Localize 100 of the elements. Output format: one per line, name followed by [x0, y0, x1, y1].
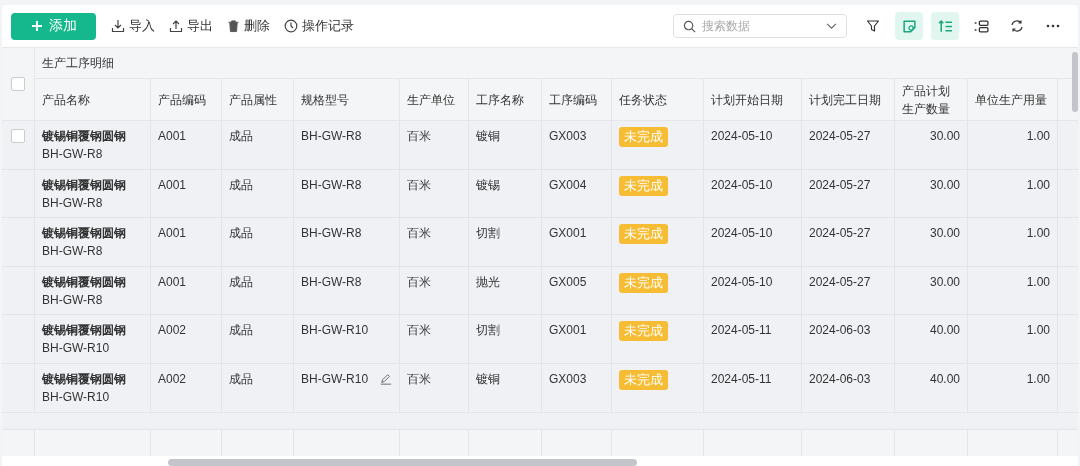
- table-cell-text: 30.00: [929, 225, 960, 243]
- table-cell-text: 40.00: [929, 370, 960, 388]
- search-field[interactable]: 搜索数据: [673, 14, 847, 38]
- table-cell-text: 30.00: [929, 176, 960, 194]
- filter-icon: [866, 19, 880, 33]
- table-cell-text: 镀锡: [476, 176, 500, 194]
- import-button[interactable]: 导入: [106, 13, 160, 39]
- trash-icon: [227, 19, 240, 33]
- table-cell-text: A001: [158, 128, 187, 145]
- table-cell-text: GX001: [549, 322, 587, 340]
- history-button[interactable]: 操作记录: [279, 13, 359, 39]
- table-cell-text: BH-GW-R8: [301, 273, 362, 291]
- table-cell-text: GX001: [549, 225, 587, 243]
- table-cell-text: 镀锡铜覆钢圆钢 BH-GW-R10: [42, 322, 126, 358]
- table-cell-text: A002: [158, 322, 187, 340]
- column-header[interactable]: 计划完工日期: [809, 90, 881, 109]
- table-cell-text: 镀铜: [476, 370, 500, 388]
- table-cell-text: 成品: [229, 176, 253, 194]
- table-row[interactable]: 镀锡铜覆钢圆钢 BH-GW-R8 A001 成品 BH-GW-R8 百米 镀铜 GX003 未完成 2024-05-10 2024-05-27 30.00 1.00: [2, 121, 1078, 170]
- export-button[interactable]: 导出: [164, 13, 218, 39]
- table-cell-text: GX005: [549, 273, 587, 291]
- table-cell-text: 百米: [407, 370, 431, 388]
- table-cell-text: 2024-06-03: [809, 370, 871, 388]
- table-cell-text: 1.00: [1026, 128, 1050, 145]
- status-badge: 未完成: [619, 224, 668, 245]
- table-row[interactable]: 镀锡铜覆钢圆钢 BH-GW-R8 A001 成品 BH-GW-R8 百米 抛光 GX005 未完成 2024-05-10 2024-05-27 30.00 1.00: [2, 266, 1078, 316]
- clock-icon: [284, 19, 298, 33]
- table-cell-text: BH-GW-R10: [301, 322, 369, 340]
- sort-icon: [937, 18, 953, 34]
- table-cell-text: A001: [158, 225, 187, 243]
- table-cell-text: 成品: [229, 322, 253, 340]
- status-badge: 未完成: [619, 321, 668, 342]
- column-header[interactable]: 任务状态: [619, 90, 667, 109]
- table-cell-text: 成品: [229, 128, 253, 145]
- status-badge: 未完成: [619, 127, 668, 147]
- table-cell-text: 1.00: [1026, 225, 1050, 243]
- table-cell-text: 成品: [229, 370, 253, 388]
- search-icon: [683, 19, 696, 33]
- table-cell-text: BH-GW-R10: [301, 370, 369, 388]
- table-cell-text: A002: [158, 370, 187, 388]
- note-button[interactable]: [895, 12, 923, 40]
- table-cell-text: GX003: [549, 128, 587, 145]
- upload-icon: [169, 19, 183, 33]
- table-cell-text: 镀锡铜覆钢圆钢 BH-GW-R8: [42, 176, 126, 212]
- table-cell-text: 切割: [476, 225, 500, 243]
- more-icon: [1046, 24, 1060, 28]
- table-cell-text: A001: [158, 273, 187, 291]
- column-header[interactable]: 生产单位: [407, 90, 455, 109]
- table-cell-text: 镀锡铜覆钢圆钢 BH-GW-R8: [42, 128, 126, 163]
- table-row[interactable]: 镀锡铜覆钢圆钢 BH-GW-R10 A002 成品 BH-GW-R10 百米 切割 GX001 未完成 2024-05-11 2024-06-03 40.00 1.00: [2, 315, 1078, 364]
- plus-icon: [30, 20, 43, 32]
- column-group-header: 生产工序明细: [42, 55, 114, 72]
- table-cell-text: 镀铜: [476, 128, 500, 145]
- table-cell-text: 百米: [407, 176, 431, 194]
- column-header[interactable]: 产品计划生产数量: [902, 81, 960, 118]
- column-header[interactable]: 产品属性: [229, 90, 277, 109]
- chevron-down-icon[interactable]: [826, 22, 837, 30]
- table-cell-text: GX004: [549, 176, 587, 194]
- table-cell-text: 2024-05-11: [711, 370, 772, 388]
- delete-button[interactable]: 删除: [222, 13, 275, 39]
- table-cell-text: 镀锡铜覆钢圆钢 BH-GW-R8: [42, 225, 126, 261]
- column-header[interactable]: 工序编码: [549, 90, 597, 109]
- refresh-icon: [1010, 19, 1024, 33]
- table-cell-text: 2024-05-27: [809, 128, 871, 145]
- table-cell-text: 2024-05-10: [711, 128, 773, 145]
- table-cell-text: 30.00: [929, 128, 960, 145]
- column-header[interactable]: 单位生产用量: [975, 90, 1047, 109]
- table-cell-text: 30.00: [929, 273, 960, 291]
- table-cell-text: 2024-05-11: [711, 322, 772, 340]
- vertical-scrollbar[interactable]: [1072, 52, 1078, 112]
- table-cell-text: 成品: [229, 225, 253, 243]
- note-icon: [901, 18, 917, 34]
- select-all-checkbox[interactable]: [11, 77, 25, 91]
- table-cell-text: 40.00: [929, 322, 960, 340]
- column-header[interactable]: 工序名称: [476, 90, 524, 109]
- row-checkbox[interactable]: [11, 129, 25, 143]
- column-header[interactable]: 产品编码: [158, 90, 206, 109]
- table-row[interactable]: 镀锡铜覆钢圆钢 BH-GW-R8 A001 成品 BH-GW-R8 百米 切割 GX001 未完成 2024-05-10 2024-05-27 30.00 1.00: [2, 218, 1078, 267]
- table-cell-text: 2024-05-10: [711, 176, 773, 194]
- table-row[interactable]: 镀锡铜覆钢圆钢 BH-GW-R8 A001 成品 BH-GW-R8 百米 镀锡 GX004 未完成 2024-05-10 2024-05-27 30.00 1.00: [2, 169, 1078, 219]
- column-header[interactable]: 计划开始日期: [711, 90, 783, 109]
- table-cell-text: 2024-05-27: [809, 273, 871, 291]
- horizontal-scrollbar[interactable]: [168, 459, 637, 466]
- table-cell-text: 1.00: [1026, 370, 1050, 388]
- table-cell-text: 抛光: [476, 273, 500, 291]
- column-header[interactable]: 规格型号: [301, 90, 349, 109]
- table-cell-text: 2024-05-27: [809, 176, 871, 194]
- table-cell-text: 1.00: [1026, 176, 1050, 194]
- table-cell-text: 镀锡铜覆钢圆钢 BH-GW-R10: [42, 370, 126, 406]
- table-row[interactable]: 镀锡铜覆钢圆钢 BH-GW-R10 A002 成品 BH-GW-R10 百米 镀铜 GX003 未完成 2024-05-11 2024-06-03 40.00 1.00: [2, 363, 1078, 413]
- table-cell-text: BH-GW-R8: [301, 128, 362, 145]
- column-header[interactable]: 产品名称: [42, 90, 90, 109]
- table-cell-text: 2024-05-10: [711, 225, 773, 243]
- status-badge: 未完成: [619, 272, 668, 293]
- sort-button[interactable]: [931, 12, 959, 40]
- table-cell-text: 2024-06-03: [809, 322, 871, 340]
- table-cell-text: BH-GW-R8: [301, 225, 362, 243]
- status-badge: 未完成: [619, 175, 668, 196]
- rows-icon: [973, 18, 989, 34]
- pencil-icon[interactable]: [380, 372, 392, 385]
